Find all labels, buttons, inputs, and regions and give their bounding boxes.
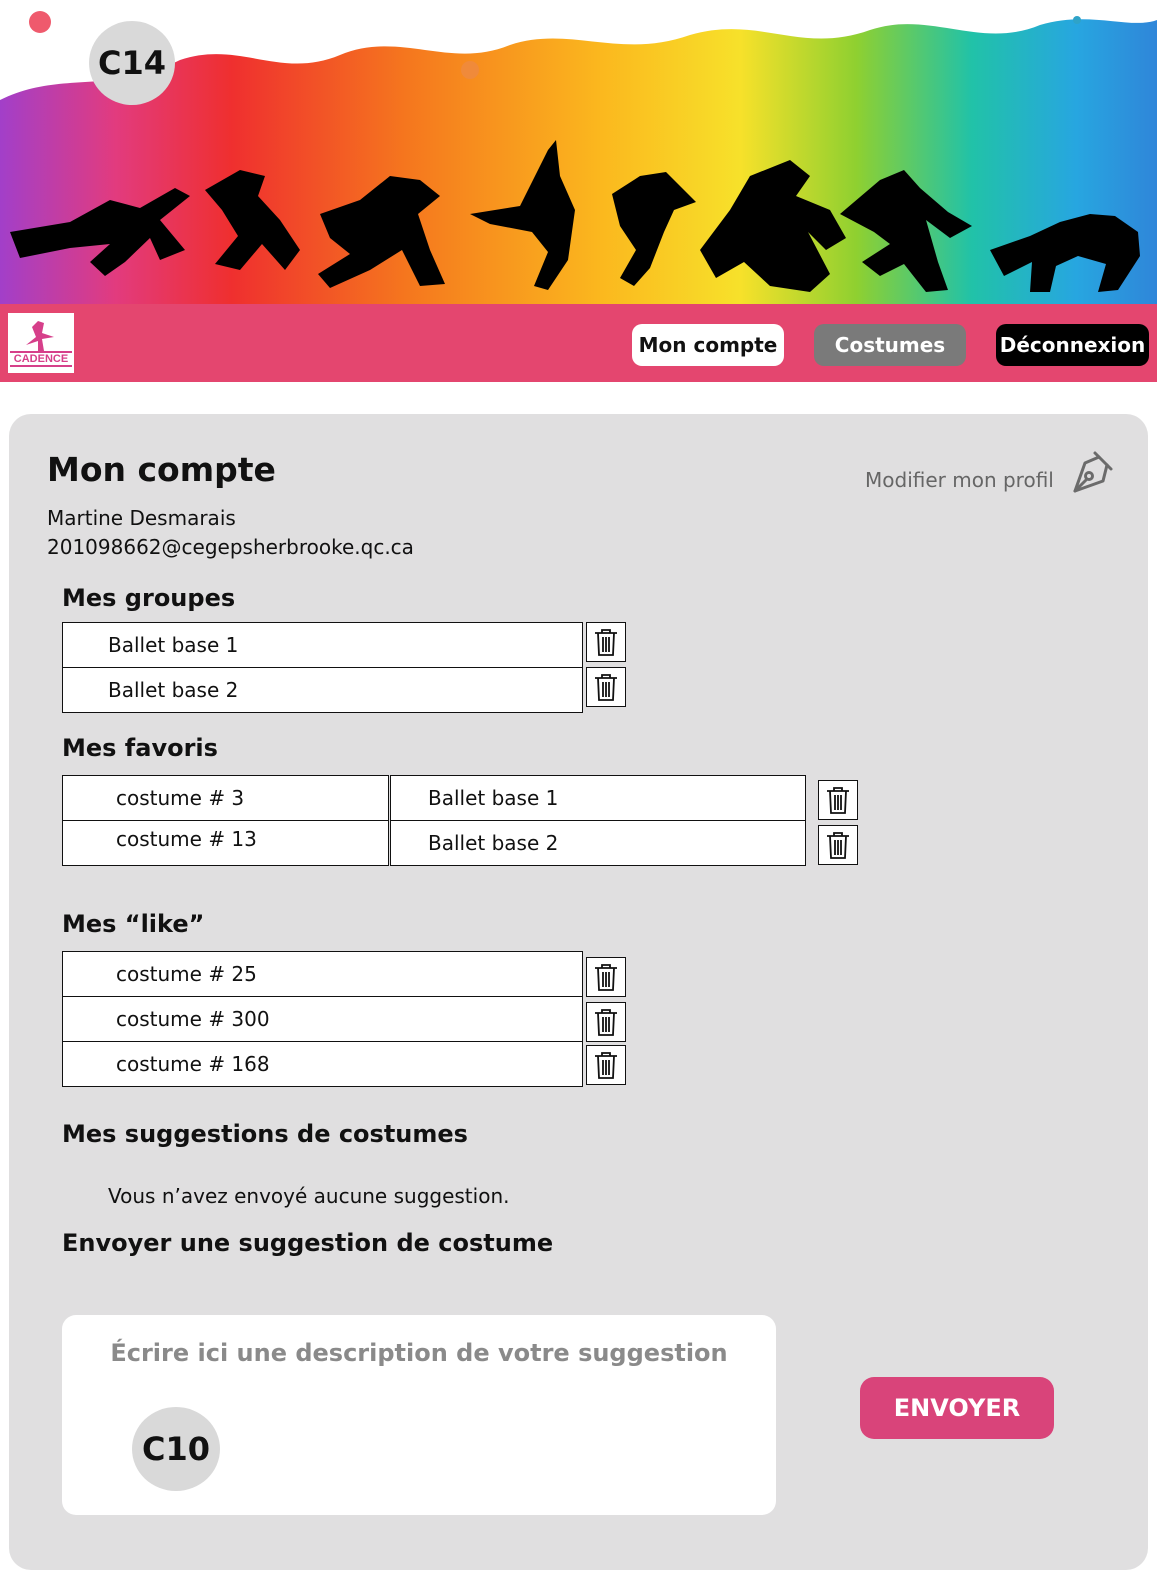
trash-icon[interactable] bbox=[586, 622, 626, 662]
reference-badge-c14: C14 bbox=[89, 21, 175, 105]
favorite-group: Ballet base 2 bbox=[390, 820, 806, 866]
favorite-costume: costume # 3 bbox=[62, 775, 389, 821]
account-panel: Mon compte Martine Desmarais 201098662@c… bbox=[9, 414, 1148, 1570]
favorites-title: Mes favoris bbox=[62, 734, 218, 762]
trash-icon[interactable] bbox=[818, 825, 858, 865]
paint-splash-dancers-image bbox=[0, 11, 1157, 304]
logo-text: CADENCE bbox=[14, 353, 68, 365]
empty-suggestions-message: Vous n’avez envoyé aucune suggestion. bbox=[108, 1184, 510, 1208]
favorite-costume: costume # 13 bbox=[62, 820, 389, 866]
send-suggestion-title: Envoyer une suggestion de costume bbox=[62, 1229, 554, 1257]
group-item: Ballet base 1 bbox=[62, 622, 583, 668]
dancer-logo-icon: CADENCE bbox=[10, 321, 72, 367]
likes-title: Mes “like” bbox=[62, 910, 205, 938]
trash-icon[interactable] bbox=[818, 780, 858, 820]
trash-icon[interactable] bbox=[586, 667, 626, 707]
group-item: Ballet base 2 bbox=[62, 667, 583, 713]
logout-button[interactable]: Déconnexion bbox=[996, 324, 1149, 366]
suggestions-title: Mes suggestions de costumes bbox=[62, 1120, 468, 1148]
groups-title: Mes groupes bbox=[62, 584, 236, 612]
favorite-group: Ballet base 1 bbox=[390, 775, 806, 821]
liked-costume: costume # 300 bbox=[62, 996, 583, 1042]
trash-icon[interactable] bbox=[586, 1045, 626, 1085]
top-navbar: CADENCE Mon compte Costumes Déconnexion bbox=[0, 304, 1157, 382]
user-name: Martine Desmarais bbox=[47, 506, 236, 530]
trash-icon[interactable] bbox=[586, 1002, 626, 1042]
page-title: Mon compte bbox=[47, 450, 276, 489]
liked-costume: costume # 168 bbox=[62, 1041, 583, 1087]
user-email: 201098662@cegepsherbrooke.qc.ca bbox=[47, 535, 414, 559]
suggestion-box: C10 bbox=[62, 1315, 776, 1515]
cadence-logo[interactable]: CADENCE bbox=[8, 313, 74, 373]
nav-account-button[interactable]: Mon compte bbox=[632, 324, 784, 366]
reference-badge-c10: C10 bbox=[132, 1407, 220, 1491]
pen-icon[interactable] bbox=[1067, 447, 1117, 495]
trash-icon[interactable] bbox=[586, 957, 626, 997]
nav-costumes-button[interactable]: Costumes bbox=[814, 324, 966, 366]
liked-costume: costume # 25 bbox=[62, 951, 583, 997]
edit-profile-link[interactable]: Modifier mon profil bbox=[865, 468, 1054, 492]
hero-banner: C14 bbox=[0, 0, 1157, 304]
send-button[interactable]: ENVOYER bbox=[860, 1377, 1054, 1439]
